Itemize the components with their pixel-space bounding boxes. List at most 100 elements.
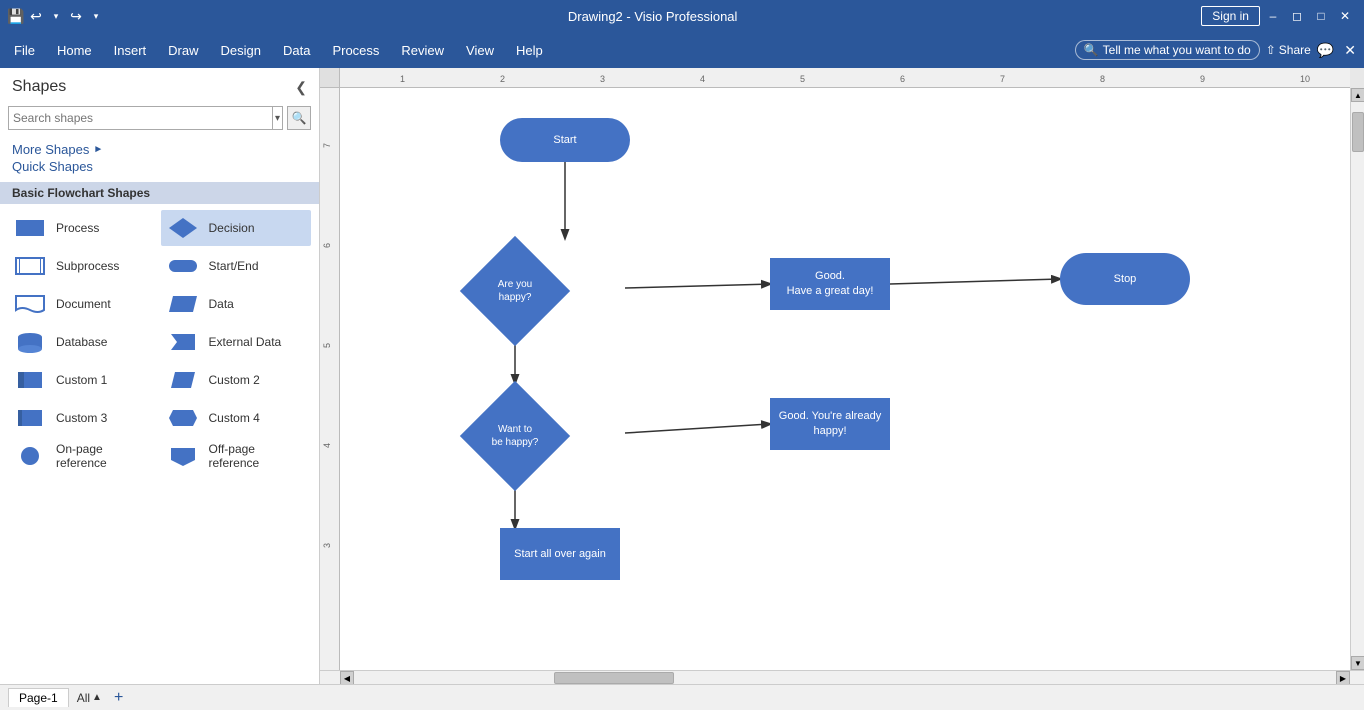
shape-item-process[interactable]: Process [8,210,159,246]
svg-text:7: 7 [1000,74,1005,84]
search-icon: 🔍 [1084,43,1099,57]
shape-item-custom4[interactable]: Custom 4 [161,400,312,436]
ribbon-close-button[interactable]: ✕ [1340,42,1360,59]
svg-text:5: 5 [322,343,332,348]
menu-help[interactable]: Help [506,39,553,62]
shape-item-custom1[interactable]: Custom 1 [8,362,159,398]
page-tab[interactable]: Page-1 [8,688,69,707]
svg-text:2: 2 [500,74,505,84]
minimize-button[interactable]: – [1262,5,1284,27]
tell-me-box[interactable]: 🔍 Tell me what you want to do [1075,40,1260,60]
restart-shape[interactable]: Start all over again [500,528,620,580]
document-icon [12,290,48,318]
shape-item-custom2[interactable]: Custom 2 [161,362,312,398]
shape-item-startend[interactable]: Start/End [161,248,312,284]
svg-text:9: 9 [1200,74,1205,84]
close-button[interactable]: ✕ [1334,5,1356,27]
menu-file[interactable]: File [4,39,45,62]
section-header: Basic Flowchart Shapes [0,182,319,204]
undo-dropdown-icon[interactable]: ▾ [48,8,64,24]
scroll-right-button[interactable]: ▶ [1336,671,1350,684]
connectors-svg [340,88,1350,670]
add-page-button[interactable]: + [114,689,123,707]
vertical-scrollbar[interactable]: ▲ ▼ [1350,88,1364,670]
svg-text:1: 1 [400,74,405,84]
scroll-up-button[interactable]: ▲ [1351,88,1364,102]
save-icon[interactable]: 💾 [8,8,24,24]
scroll-left-button[interactable]: ◀ [340,671,354,684]
start-shape[interactable]: Start [500,118,630,162]
process-icon [12,214,48,242]
sign-in-button[interactable]: Sign in [1201,6,1260,26]
svg-text:4: 4 [322,443,332,448]
customize-icon[interactable]: ▾ [88,8,104,24]
quick-shapes-label: Quick Shapes [12,159,93,174]
scroll-track-h [354,671,1336,684]
menu-view[interactable]: View [456,39,504,62]
stop-text: Stop [1114,273,1137,285]
more-shapes-arrow: ► [93,144,103,155]
custom4-label: Custom 4 [209,411,260,425]
shape-item-onpage[interactable]: On-page reference [8,438,159,474]
custom4-icon [165,404,201,432]
svg-text:8: 8 [1100,74,1105,84]
goodday-shape[interactable]: Good.Have a great day! [770,258,890,310]
tell-me-text: Tell me what you want to do [1103,43,1251,57]
startend-label: Start/End [209,259,259,273]
offpage-label: Off-page reference [209,442,308,470]
share-button[interactable]: ⇧ Share [1266,43,1311,57]
custom2-icon [165,366,201,394]
hscroll-end [1350,671,1364,684]
shape-item-database[interactable]: Database [8,324,159,360]
goodday-text: Good.Have a great day! [787,269,874,300]
restore-button[interactable]: ◻ [1286,5,1308,27]
menu-draw[interactable]: Draw [158,39,208,62]
search-input-wrap: ▾ [8,106,283,130]
maximize-button[interactable]: □ [1310,5,1332,27]
app-title: Drawing2 - Visio Professional [568,9,738,24]
decision1-shape[interactable]: Are youhappy? [460,236,570,346]
shape-item-extdata[interactable]: External Data [161,324,312,360]
scroll-down-button[interactable]: ▼ [1351,656,1364,670]
database-icon [12,328,48,356]
already-shape[interactable]: Good. You're already happy! [770,398,890,450]
titlebar-right: Sign in – ◻ □ ✕ [1201,5,1356,27]
decision1-text: Are youhappy? [498,278,532,304]
shape-item-offpage[interactable]: Off-page reference [161,438,312,474]
undo-icon[interactable]: ↩ [28,8,44,24]
stop-shape[interactable]: Stop [1060,253,1190,305]
shape-item-subprocess[interactable]: Subprocess [8,248,159,284]
shapes-grid: Process Decision Subprocess [0,206,319,478]
quick-shapes-link[interactable]: Quick Shapes [12,159,307,174]
shape-item-data[interactable]: Data [161,286,312,322]
search-button[interactable]: 🔍 [287,106,311,130]
search-dropdown-arrow[interactable]: ▾ [272,107,282,129]
shape-item-custom3[interactable]: Custom 3 [8,400,159,436]
horizontal-scrollbar: ◀ ▶ [320,670,1364,684]
menu-design[interactable]: Design [211,39,271,62]
comment-button[interactable]: 💬 [1317,42,1334,59]
menu-process[interactable]: Process [322,39,389,62]
scroll-thumb-h[interactable] [554,672,674,684]
scroll-thumb-v[interactable] [1352,112,1364,152]
svg-text:3: 3 [600,74,605,84]
subprocess-label: Subprocess [56,259,119,273]
search-input[interactable] [9,107,272,129]
menu-home[interactable]: Home [47,39,102,62]
menu-data[interactable]: Data [273,39,320,62]
decision-label: Decision [209,221,255,235]
shape-item-decision[interactable]: Decision [161,210,312,246]
redo-icon[interactable]: ↪ [68,8,84,24]
already-text: Good. You're already happy! [770,409,890,440]
decision2-shape[interactable]: Want tobe happy? [460,381,570,491]
all-pages-button[interactable]: All ▲ [77,691,102,705]
menu-review[interactable]: Review [391,39,454,62]
menubar-right: 🔍 Tell me what you want to do ⇧ Share 💬 … [1075,40,1360,60]
more-shapes-link[interactable]: More Shapes ► [12,142,307,157]
vertical-ruler: 7 6 5 4 3 [320,88,340,670]
collapse-panel-button[interactable]: ❮ [295,79,307,96]
ruler-corner [320,68,340,88]
shape-item-document[interactable]: Document [8,286,159,322]
menu-insert[interactable]: Insert [104,39,157,62]
drawing-canvas[interactable]: Start Are youhappy? Good.Have a great da… [340,88,1350,670]
